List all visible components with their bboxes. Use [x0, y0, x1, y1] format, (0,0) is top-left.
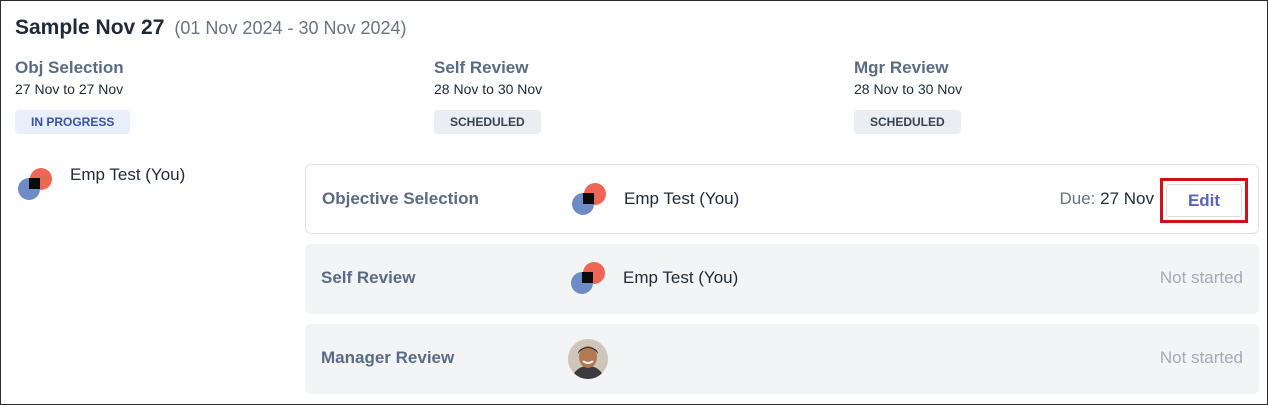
phase-name: Obj Selection — [15, 58, 124, 77]
cycle-title: Sample Nov 27 — [15, 16, 165, 39]
phase-name: Self Review — [434, 58, 529, 77]
phase-self-review: Self Review 28 Nov to 30 Nov SCHEDULED — [434, 58, 543, 134]
edit-highlight: Edit — [1160, 178, 1248, 223]
phase-dates: 28 Nov to 30 Nov — [434, 81, 543, 97]
due-label: Due: — [1059, 189, 1096, 208]
owner-name: Emp Test (You) — [70, 165, 186, 184]
manager-avatar-photo — [568, 339, 608, 379]
status-badge: IN PROGRESS — [15, 110, 131, 134]
cycle-date-range: (01 Nov 2024 - 30 Nov 2024) — [174, 18, 407, 38]
assignee-avatar — [571, 262, 605, 296]
stage-status: Not started — [1159, 268, 1243, 287]
due-value: 27 Nov — [1100, 189, 1154, 208]
status-badge: SCHEDULED — [434, 110, 541, 134]
review-cycle-card: Sample Nov 27 (01 Nov 2024 - 30 Nov 2024… — [0, 0, 1268, 405]
phase-dates: 28 Nov to 30 Nov — [854, 81, 963, 97]
assignee-avatar — [572, 183, 606, 217]
stage-status: Not started — [1159, 348, 1243, 367]
person-photo-icon — [568, 339, 608, 379]
avatar-shape — [582, 272, 593, 283]
due-date: Due: 27 Nov — [1059, 189, 1154, 209]
assignee-name: Emp Test (You) — [624, 189, 740, 208]
phase-obj-selection: Obj Selection 27 Nov to 27 Nov IN PROGRE… — [15, 58, 131, 134]
edit-button[interactable]: Edit — [1166, 184, 1242, 217]
phase-name: Mgr Review — [854, 58, 949, 77]
stage-manager-review: Manager Review Not started — [305, 324, 1259, 394]
stage-name: Self Review — [321, 268, 416, 287]
avatar-shape — [583, 193, 594, 204]
avatar-shape — [29, 178, 40, 189]
stage-name: Manager Review — [321, 348, 455, 367]
stage-self-review: Self Review Emp Test (You) Not started — [305, 244, 1259, 314]
cycle-header: Sample Nov 27 (01 Nov 2024 - 30 Nov 2024… — [15, 16, 407, 40]
stage-name: Objective Selection — [322, 189, 479, 208]
status-badge: SCHEDULED — [854, 110, 961, 134]
phase-dates: 27 Nov to 27 Nov — [15, 81, 124, 97]
stage-objective-selection: Objective Selection Emp Test (You) Due: … — [305, 164, 1259, 234]
phase-mgr-review: Mgr Review 28 Nov to 30 Nov SCHEDULED — [854, 58, 963, 134]
owner-avatar — [18, 168, 52, 202]
assignee-name: Emp Test (You) — [623, 268, 739, 287]
